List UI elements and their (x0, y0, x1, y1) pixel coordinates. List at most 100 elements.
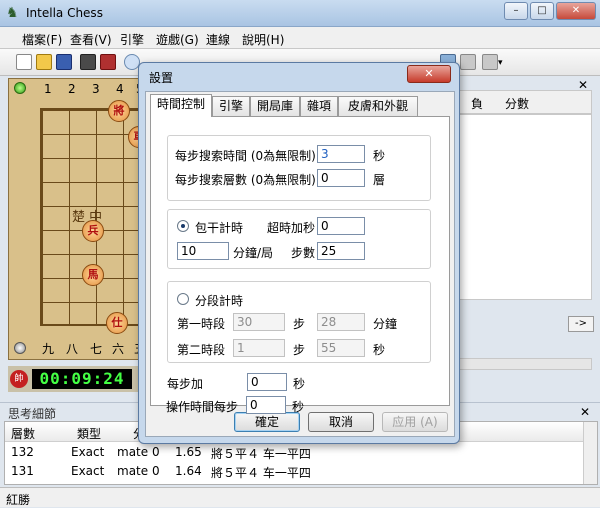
stage2-steps-input[interactable]: 1 (233, 339, 285, 357)
increment-input[interactable]: 0 (247, 373, 287, 391)
bulk-minutes-input[interactable]: 10 (177, 242, 229, 260)
file-label: 六 (112, 342, 125, 356)
dialog-title: 設置 (149, 71, 174, 85)
tab-engine[interactable]: 引擎 (212, 96, 250, 116)
menu-help[interactable]: 說明(H) (242, 31, 284, 48)
close-icon[interactable]: ✕ (580, 405, 590, 419)
cell-score: mate 0 (117, 464, 160, 478)
menu-bar: 檔案(F) 查看(V) 引擎 遊戲(G) 連線 說明(H) (0, 27, 600, 49)
column-header-score[interactable]: 分數 (505, 95, 529, 112)
app-title: Intella Chess (26, 6, 103, 20)
file-label: 九 (42, 342, 55, 356)
search-time-label: 每步搜索時間 (0為無限制) (175, 149, 316, 163)
tab-misc[interactable]: 雜項 (300, 96, 338, 116)
menu-engine[interactable]: 引擎 (120, 31, 144, 48)
staged-timing-radio[interactable] (177, 293, 189, 305)
stage1-minutes-unit: 分鐘 (373, 317, 398, 331)
file-label: 1 (44, 82, 52, 96)
ok-button[interactable]: 確定 (234, 412, 300, 432)
cancel-button[interactable]: 取消 (308, 412, 374, 432)
cell-pv: 將５平４ 车一平四 (211, 466, 311, 480)
dialog-body: 時間控制 引擎 開局庫 雜項 皮膚和外觀 每步搜索時間 (0為無限制) 3 秒 … (145, 91, 455, 437)
chess-piece[interactable]: 將 (108, 100, 130, 122)
stage2-label: 第二時段 (177, 343, 226, 357)
menu-game[interactable]: 遊戲(G) (156, 31, 199, 48)
file-label: 3 (92, 82, 100, 96)
file-label: 七 (90, 342, 103, 356)
file-label: 八 (66, 342, 79, 356)
menu-file[interactable]: 檔案(F) (22, 31, 62, 48)
tab-opening-book[interactable]: 開局庫 (250, 96, 300, 116)
steps-input[interactable]: 25 (317, 242, 365, 260)
settings-dialog: 設置 ✕ 時間控制 引擎 開局庫 雜項 皮膚和外觀 每步搜索時間 (0為無限制)… (138, 62, 460, 444)
overtime-label: 超時加秒 (267, 221, 316, 235)
game-clock: 00:09:24 (32, 369, 132, 389)
search-time-input[interactable]: 3 (317, 145, 365, 163)
status-bar: 紅勝 (0, 487, 600, 507)
minimize-button[interactable]: – (504, 2, 528, 20)
cell-type: Exact (71, 445, 105, 459)
chevron-down-icon[interactable]: ▾ (498, 58, 503, 68)
right-panel-list[interactable] (440, 114, 592, 300)
opponent-indicator-icon (14, 342, 26, 354)
chess-piece[interactable]: 兵 (82, 220, 104, 242)
apply-button[interactable]: 应用 (A) (382, 412, 448, 432)
menu-network[interactable]: 連線 (206, 31, 230, 48)
arrow-button[interactable]: -> (568, 316, 594, 332)
stage1-steps-unit: 步 (293, 317, 306, 331)
right-panel-header: 負 分數 (440, 90, 592, 114)
bulk-timing-radio[interactable] (177, 220, 189, 232)
operation-time-input[interactable]: 0 (246, 396, 286, 414)
stage1-label: 第一時段 (177, 317, 226, 331)
steps-label: 步數 (291, 246, 316, 260)
save-icon[interactable] (56, 54, 72, 70)
new-file-icon[interactable] (16, 54, 32, 70)
tab-time-control[interactable]: 時間控制 (150, 94, 212, 117)
file-label: 2 (68, 82, 76, 96)
column-header-type[interactable]: 類型 (77, 425, 101, 442)
stage1-minutes-input[interactable]: 28 (317, 313, 365, 331)
stage2-seconds-unit: 秒 (373, 343, 386, 357)
cell-type: Exact (71, 464, 105, 478)
column-header-depth[interactable]: 層數 (11, 425, 35, 442)
search-time-unit: 秒 (373, 149, 386, 163)
monitor-icon[interactable] (80, 54, 96, 70)
close-window-button[interactable]: ✕ (556, 2, 596, 20)
chess-piece[interactable]: 馬 (82, 264, 104, 286)
overtime-input[interactable]: 0 (317, 217, 365, 235)
cell-score: mate 0 (117, 445, 160, 459)
search-depth-unit: 層 (373, 173, 386, 187)
column-header-loss[interactable]: 負 (471, 95, 483, 112)
tab-page-time-control: 每步搜索時間 (0為無限制) 3 秒 每步搜索層數 (0為無限制) 0 層 包干… (150, 116, 450, 406)
vertical-scrollbar[interactable] (583, 422, 597, 484)
cell-time: 1.65 (175, 445, 202, 459)
tab-skin-appearance[interactable]: 皮膚和外觀 (338, 96, 418, 116)
file-label: 4 (116, 82, 124, 96)
paste-icon[interactable] (460, 54, 476, 70)
staged-timing-label: 分段計時 (195, 294, 244, 308)
stage2-steps-unit: 步 (293, 343, 306, 357)
stage1-steps-input[interactable]: 30 (233, 313, 285, 331)
dialog-close-button[interactable]: ✕ (407, 65, 451, 83)
cell-depth: 132 (11, 445, 34, 459)
gray-tool-icon[interactable] (482, 54, 498, 70)
cell-depth: 131 (11, 464, 34, 478)
search-depth-label: 每步搜索層數 (0為無限制) (175, 173, 316, 187)
bulk-minutes-unit: 分鐘/局 (233, 246, 274, 260)
bulk-timing-label: 包干計時 (195, 221, 244, 235)
chess-piece[interactable]: 仕 (106, 312, 128, 334)
menu-view[interactable]: 查看(V) (70, 31, 112, 48)
cell-pv: 將５平４ 车一平四 (211, 447, 311, 461)
stage2-seconds-input[interactable]: 55 (317, 339, 365, 357)
maximize-button[interactable]: □ (530, 2, 554, 20)
board-icon[interactable] (100, 54, 116, 70)
horizontal-scrollbar[interactable] (440, 358, 592, 370)
open-folder-icon[interactable] (36, 54, 52, 70)
increment-label: 每步加 (167, 377, 204, 391)
search-depth-input[interactable]: 0 (317, 169, 365, 187)
operation-time-label: 操作時間每步 (166, 400, 239, 414)
king-badge-icon: 帥 (10, 370, 28, 388)
increment-unit: 秒 (293, 377, 306, 391)
turn-indicator-icon (14, 82, 26, 94)
operation-time-unit: 秒 (292, 400, 305, 414)
